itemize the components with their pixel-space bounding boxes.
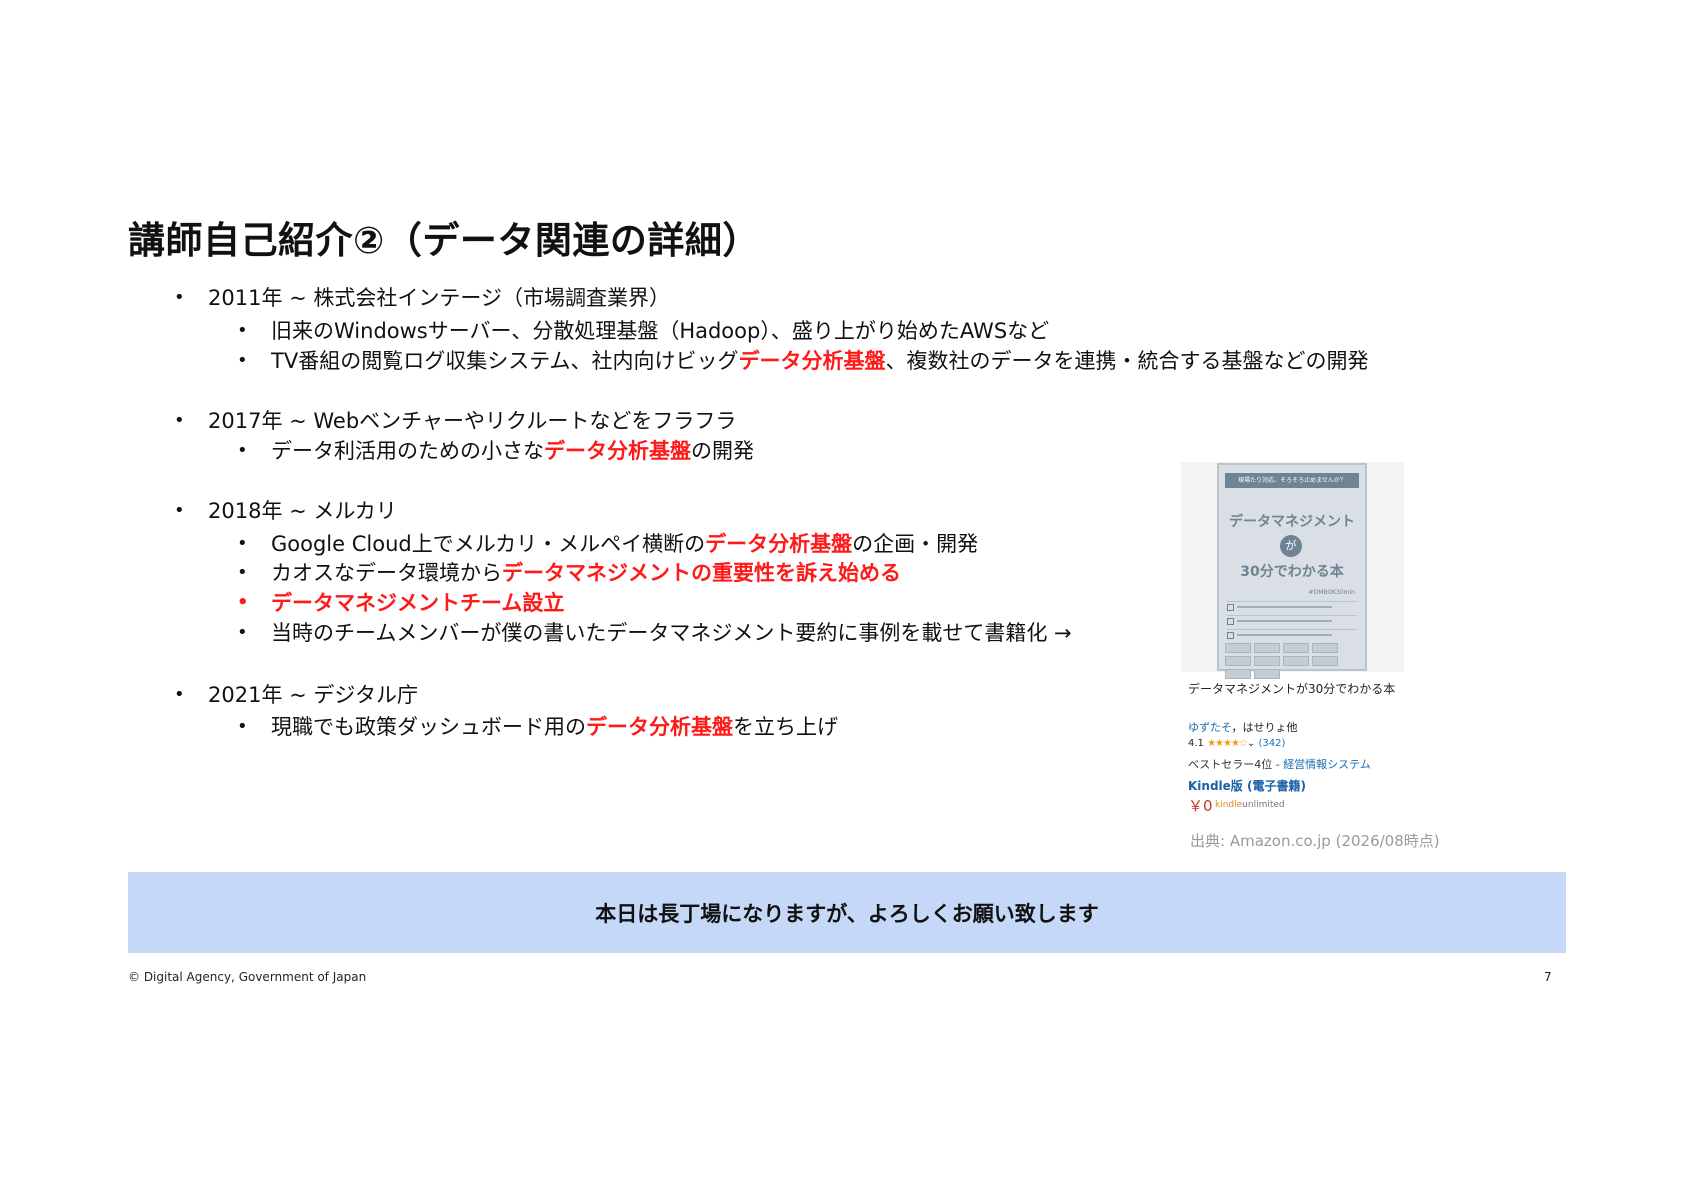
source-note: 出典: Amazon.co.jp (2026/08時点)	[1190, 832, 1440, 850]
bullet-item: • 当時のチームメンバーが僕の書いたデータマネジメント要約に事例を載せて書籍化 …	[237, 618, 1072, 648]
bullet-item-text: Google Cloud上でメルカリ・メルペイ横断の	[271, 532, 706, 556]
book-cover-image[interactable]: 現場たり対応、そろそろ止めませんか？ データマネジメント が 30分でわかる本 …	[1217, 463, 1367, 679]
bullet-item-text: データ利活用のための小さな	[271, 439, 544, 463]
book-card[interactable]: 現場たり対応、そろそろ止めませんか？ データマネジメント が 30分でわかる本 …	[1181, 462, 1404, 824]
bullet-item-text: 当時のチームメンバーが僕の書いたデータマネジメント要約に事例を載せて書籍化 →	[271, 621, 1072, 645]
bullet-item-text: TV番組の閲覧ログ収集システム、社内向けビッグ	[271, 349, 739, 373]
bullet-item-text: カオスなデータ環境から	[271, 561, 502, 585]
highlight-text: データマネジメントチーム設立	[271, 591, 565, 615]
bullet-dot: •	[174, 500, 185, 521]
cover-checkbox-line	[1227, 615, 1357, 625]
bullet-heading-text: 2011年 ~ 株式会社インテージ（市場調査業界）	[208, 286, 670, 310]
cover-title-line1: データマネジメント	[1229, 514, 1355, 530]
book-author: ゆずたそ，はせりょ他	[1188, 719, 1297, 735]
book-rating: 4.1 ★★★★☆⌄ (342)	[1188, 738, 1285, 749]
bullet-item-text: 、複数社のデータを連携・統合する基盤などの開発	[885, 349, 1369, 373]
star-rating-icon[interactable]: ★★★★☆	[1207, 738, 1248, 749]
bullet-item: • Google Cloud上でメルカリ・メルペイ横断のデータ分析基盤の企画・開…	[237, 529, 979, 559]
highlight-text: データ分析基盤	[738, 349, 886, 373]
rank-category-link[interactable]: 経営情報システム	[1283, 758, 1371, 771]
highlight-text: データ分析基盤	[544, 439, 691, 463]
bullet-item: • カオスなデータ環境からデータマネジメントの重要性を訴え始める	[237, 558, 901, 588]
highlight-text: データマネジメントの重要性を訴え始める	[502, 561, 901, 585]
price: ￥0	[1188, 797, 1213, 815]
cover-keyword-chips	[1225, 643, 1361, 679]
bullet-item-text: 現職でも政策ダッシュボード用の	[271, 715, 586, 739]
bullet-dot: •	[237, 716, 248, 737]
bullet-dot: •	[237, 622, 248, 643]
bullet-dot: •	[174, 410, 185, 431]
kindle-word: kindle	[1215, 800, 1243, 810]
bullet-item: • 旧来のWindowsサーバー、分散処理基盤（Hadoop）、盛り上がり始めた…	[237, 316, 1050, 346]
bullet-heading-2017: • 2017年 ~ Webベンチャーやリクルートなどをフラフラ	[174, 406, 737, 436]
author-link[interactable]: ゆずたそ	[1188, 721, 1231, 734]
cover-band-text: 現場たり対応、そろそろ止めませんか？	[1225, 473, 1359, 488]
kindle-unlimited-logo: kindleunlimited	[1215, 800, 1285, 810]
bullet-item: • データ利活用のための小さなデータ分析基盤の開発	[237, 436, 754, 466]
bullet-list: • 2011年 ~ 株式会社インテージ（市場調査業界） • 旧来のWindows…	[0, 0, 1684, 1190]
bestseller-rank: ベストセラー4位 - 経営情報システム	[1188, 756, 1371, 772]
bullet-dot: •	[174, 287, 185, 308]
highlight-text: データ分析基盤	[586, 715, 733, 739]
bullet-heading-2011: • 2011年 ~ 株式会社インテージ（市場調査業界）	[174, 283, 670, 313]
bullet-item-text: を立ち上げ	[733, 715, 838, 739]
bullet-dot: •	[237, 562, 248, 583]
bullet-dot: •	[237, 533, 248, 554]
bullet-heading-2018: • 2018年 ~ メルカリ	[174, 496, 397, 526]
rating-value: 4.1	[1188, 738, 1204, 749]
cover-checkbox-line	[1227, 601, 1357, 611]
cover-ga-badge: が	[1280, 535, 1302, 557]
bullet-dot: •	[237, 320, 248, 341]
page-number: 7	[1544, 970, 1552, 984]
cover-title-line2: 30分でわかる本	[1240, 564, 1344, 580]
author-rest: ，はせりょ他	[1231, 721, 1298, 734]
bullet-item-highlight: • データマネジメントチーム設立	[237, 588, 565, 618]
cover-hashtag: #DMBOK30min	[1308, 589, 1355, 596]
bullet-heading-text: 2017年 ~ Webベンチャーやリクルートなどをフラフラ	[208, 409, 737, 433]
bullet-item-text: の企画・開発	[852, 532, 979, 556]
book-title-link[interactable]: データマネジメントが30分でわかる本	[1188, 680, 1398, 699]
bullet-item-text: の開発	[691, 439, 754, 463]
format-link[interactable]: Kindle版 (電子書籍)	[1188, 777, 1306, 794]
closing-banner: 本日は長丁場になりますが、よろしくお願い致します	[128, 872, 1566, 953]
cover-checkbox-line	[1227, 629, 1357, 639]
banner-text: 本日は長丁場になりますが、よろしくお願い致します	[595, 901, 1099, 926]
highlight-text: データ分析基盤	[705, 532, 853, 556]
unlimited-word: unlimited	[1242, 800, 1285, 810]
bullet-dot: •	[237, 440, 248, 461]
review-count-link[interactable]: (342)	[1259, 738, 1286, 749]
bullet-heading-text: 2018年 ~ メルカリ	[208, 499, 397, 523]
bullet-item: • 現職でも政策ダッシュボード用のデータ分析基盤を立ち上げ	[237, 712, 838, 742]
bullet-dot: •	[237, 592, 249, 613]
bullet-item-text: 旧来のWindowsサーバー、分散処理基盤（Hadoop）、盛り上がり始めたAW…	[271, 319, 1050, 343]
rank-text: ベストセラー4位 -	[1188, 758, 1284, 771]
bullet-heading-text: 2021年 ~ デジタル庁	[208, 683, 418, 707]
bullet-dot: •	[237, 350, 248, 371]
bullet-heading-2021: • 2021年 ~ デジタル庁	[174, 680, 418, 710]
bullet-item: • TV番組の閲覧ログ収集システム、社内向けビッグデータ分析基盤、複数社のデータ…	[237, 346, 1369, 376]
chevron-down-icon[interactable]: ⌄	[1247, 738, 1255, 749]
bullet-dot: •	[174, 684, 185, 705]
footer-copyright: © Digital Agency, Government of Japan	[128, 970, 367, 984]
